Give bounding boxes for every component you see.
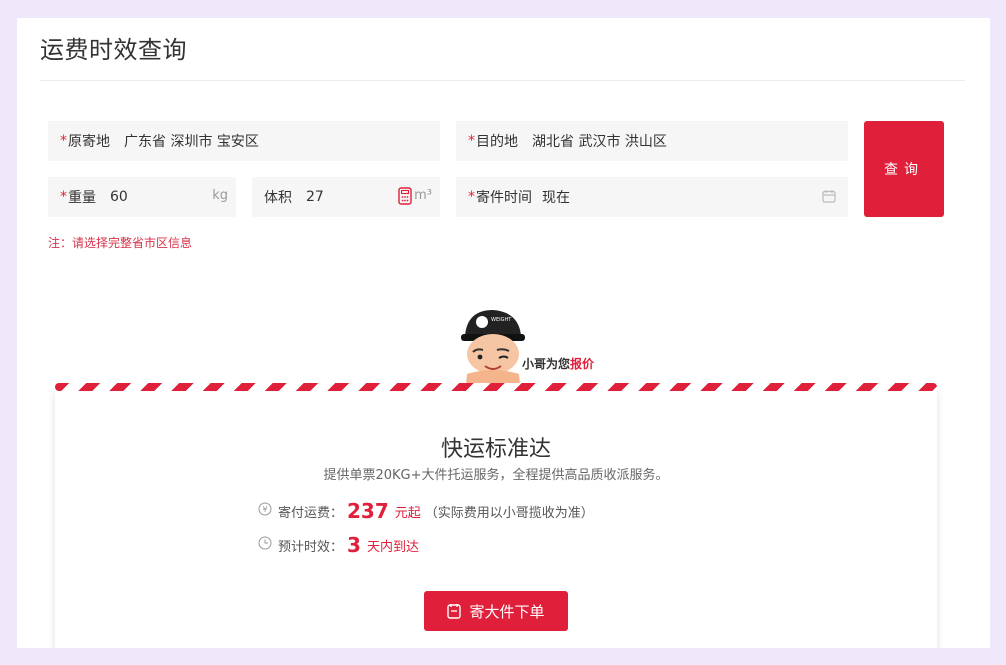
calendar-icon[interactable] — [822, 189, 836, 207]
clock-icon — [258, 536, 272, 554]
service-description: 提供单票20KG+大件托运服务，全程提供高品质收派服务。 — [323, 468, 669, 483]
volume-field[interactable]: 体积 27 m³ — [252, 177, 440, 217]
calculator-icon[interactable] — [398, 187, 412, 209]
origin-field[interactable]: * 原寄地 广东省 深圳市 宝安区 — [48, 121, 440, 161]
destination-field[interactable]: * 目的地 湖北省 武汉市 洪山区 — [456, 121, 848, 161]
required-mark: * — [60, 133, 67, 149]
send-time-value: 现在 — [542, 190, 570, 206]
destination-value: 湖北省 武汉市 洪山区 — [532, 134, 667, 150]
destination-label: 目的地 — [476, 134, 518, 150]
svg-text:¥: ¥ — [262, 505, 267, 514]
weight-field[interactable]: * 重量 60 kg — [48, 177, 236, 217]
main-card: 运费时效查询 * 原寄地 广东省 深圳市 宝安区 * 目的地 湖北省 武汉市 洪… — [17, 18, 990, 648]
fee-note: （实际费用以小哥揽收为准） — [424, 505, 594, 521]
courier-quote-prefix: 小哥为您 — [522, 357, 571, 371]
origin-label: 原寄地 — [68, 134, 110, 150]
fee-unit: 元起 — [394, 505, 421, 521]
origin-value: 广东省 深圳市 宝安区 — [124, 134, 259, 150]
fee-value: 237 — [347, 499, 389, 523]
order-icon — [447, 604, 462, 619]
weight-label: 重量 — [68, 190, 96, 206]
time-unit: 天内到达 — [366, 539, 419, 555]
weight-unit: kg — [212, 188, 228, 203]
weight-value: 60 — [110, 189, 128, 205]
form-note: 注：请选择完整省市区信息 — [48, 236, 193, 250]
required-mark: * — [60, 189, 67, 205]
time-row: 预计时效： 3 天内到达 — [258, 533, 419, 557]
send-time-field[interactable]: * 寄件时间 现在 — [456, 177, 848, 217]
service-title: 快运标准达 — [440, 437, 551, 462]
courier-quote-highlight: 报价 — [570, 357, 595, 371]
svg-text:WEIGHT: WEIGHT — [491, 317, 512, 323]
volume-label: 体积 — [264, 190, 292, 206]
volume-unit: m³ — [414, 188, 432, 203]
fee-row: ¥ 寄付运费： 237 元起 （实际费用以小哥揽收为准） — [258, 499, 594, 523]
yuan-icon: ¥ — [258, 502, 272, 520]
fee-label: 寄付运费： — [278, 505, 344, 521]
price-result-panel: 快运标准达 提供单票20KG+大件托运服务，全程提供高品质收派服务。 ¥ 寄付运… — [55, 389, 937, 648]
required-mark: * — [468, 133, 475, 149]
required-mark: * — [468, 189, 475, 205]
bulky-order-label: 寄大件下单 — [469, 602, 545, 621]
time-label: 预计时效： — [278, 539, 344, 555]
send-time-label: 寄件时间 — [476, 190, 532, 206]
volume-value: 27 — [306, 189, 324, 205]
striped-barrier — [55, 383, 937, 391]
time-value: 3 — [347, 533, 361, 557]
courier-quote-text: 小哥为您报价 — [522, 355, 594, 372]
title-divider — [40, 80, 965, 81]
query-button[interactable]: 查询 — [864, 121, 944, 217]
page-title: 运费时效查询 — [40, 36, 187, 64]
bulky-order-button[interactable]: 寄大件下单 — [424, 591, 568, 631]
